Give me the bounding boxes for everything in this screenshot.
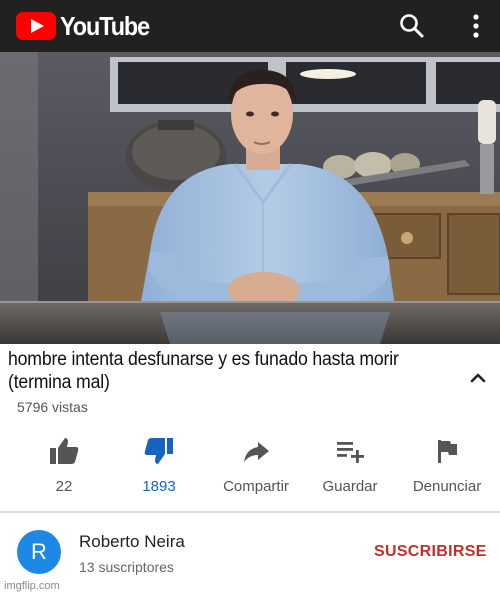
like-count: 22 <box>55 478 73 495</box>
section-divider <box>0 511 500 513</box>
flag-icon <box>438 440 457 463</box>
more-vertical-icon <box>473 14 479 38</box>
save-label: Guardar <box>322 478 378 495</box>
channel-row: R Roberto Neira 13 suscriptores SUSCRIBI… <box>0 514 500 584</box>
search-button[interactable] <box>398 12 426 40</box>
like-button[interactable]: 22 <box>38 432 90 500</box>
dislike-count: 1893 <box>142 478 176 495</box>
video-frame-image <box>0 52 500 344</box>
video-title: hombre intenta desfunarse y es funado ha… <box>8 349 399 393</box>
youtube-play-icon <box>16 12 56 40</box>
video-player[interactable] <box>0 52 500 344</box>
channel-name[interactable]: Roberto Neira <box>79 532 185 552</box>
save-button[interactable]: Guardar <box>317 432 383 500</box>
subscriber-count: 13 suscriptores <box>79 559 174 575</box>
logo-wordmark: YouTube <box>60 10 150 41</box>
app-header: YouTube <box>0 0 500 52</box>
action-bar: 22 1893 Compartir Guardar Denunciar <box>0 432 500 502</box>
report-button[interactable]: Denunciar <box>405 432 489 500</box>
youtube-logo[interactable]: YouTube <box>16 11 159 41</box>
subscribe-button[interactable]: SUSCRIBIRSE <box>374 543 487 561</box>
more-options-button[interactable] <box>466 12 486 40</box>
view-count: 5796 vistas <box>17 399 88 415</box>
thumbs-up-icon <box>50 438 79 464</box>
collapse-description-button[interactable] <box>466 368 490 386</box>
imgflip-watermark: imgflip.com <box>4 580 60 592</box>
playlist-add-icon <box>337 442 364 463</box>
search-icon <box>400 14 424 38</box>
share-label: Compartir <box>223 478 289 495</box>
share-button[interactable]: Compartir <box>214 432 298 500</box>
thumbs-down-icon <box>144 438 173 464</box>
channel-avatar[interactable]: R <box>17 530 61 574</box>
report-label: Denunciar <box>412 478 482 495</box>
share-icon <box>244 442 269 462</box>
chevron-up-icon <box>470 373 486 383</box>
dislike-button[interactable]: 1893 <box>133 432 185 500</box>
